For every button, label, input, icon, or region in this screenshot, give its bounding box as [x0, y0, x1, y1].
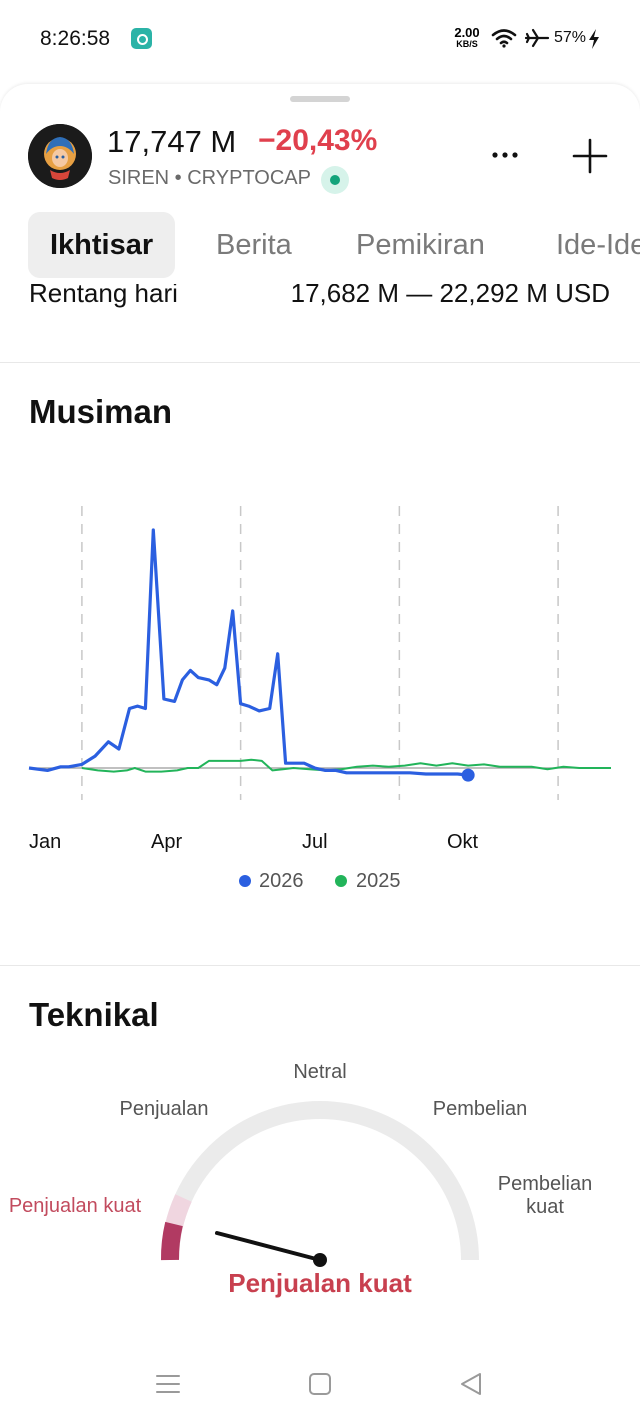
seasonal-chart — [28, 506, 611, 800]
x-tick-apr: Apr — [151, 831, 183, 853]
status-time: 8:26:58 — [40, 27, 111, 50]
day-range-value: 17,682 M — 22,292 M USD — [290, 284, 610, 308]
day-range-row: Rentang hari 17,682 M — 22,292 M USD — [0, 284, 640, 312]
section-divider — [0, 362, 640, 363]
legend-2025-dot — [335, 875, 347, 887]
price-change-percent: −20,43% — [258, 124, 378, 157]
gauge-active-zone — [161, 1221, 183, 1261]
charging-bolt-icon — [589, 29, 599, 49]
legend-2026-label[interactable]: 2026 — [259, 870, 304, 893]
system-nav-bar — [0, 1352, 640, 1422]
more-dots-icon — [492, 152, 518, 158]
back-triangle-icon[interactable] — [458, 1372, 484, 1396]
more-options-button[interactable] — [485, 140, 525, 170]
home-square-icon[interactable] — [308, 1372, 332, 1396]
sheet-drag-handle[interactable] — [290, 96, 350, 102]
legend-2026-dot — [239, 875, 251, 887]
coin-avatar — [28, 124, 92, 188]
coin-price: 17,747 M — [107, 124, 237, 159]
technical-title: Teknikal — [29, 996, 159, 1033]
tab-ide-ide[interactable]: Ide-Ide — [556, 212, 640, 278]
technical-result: Penjualan kuat — [228, 1268, 412, 1298]
x-tick-jul: Jul — [302, 831, 328, 853]
technical-gauge — [161, 1101, 479, 1267]
coin-symbol: SIREN • CRYPTOCAP — [108, 167, 311, 189]
x-tick-jan: Jan — [29, 831, 62, 853]
network-speed-unit: KB/S — [456, 39, 478, 49]
x-tick-okt: Okt — [447, 831, 479, 853]
day-range-label: Rentang hari — [29, 284, 178, 308]
tab-pemikiran[interactable]: Pemikiran — [356, 212, 485, 278]
network-speed-value: 2.00 — [454, 25, 480, 40]
gauge-needle — [215, 1231, 322, 1262]
gauge-label-strong-sell: Penjualan kuat — [8, 1195, 142, 1217]
gauge-label-neutral: Netral — [293, 1061, 347, 1083]
add-to-watchlist-button[interactable] — [570, 136, 610, 176]
tab-berita[interactable]: Berita — [216, 212, 292, 278]
section-divider — [0, 965, 640, 966]
gauge-label-strong-buy: Pembelian kuat — [497, 1173, 593, 1218]
series-line-2026 — [28, 528, 469, 777]
battery-level: 57% — [554, 29, 587, 46]
tab-ikhtisar[interactable]: Ikhtisar — [28, 212, 176, 278]
network-speed: 2.00 KB/S — [451, 26, 483, 49]
siren-logo-icon — [28, 124, 92, 188]
legend-2025-label[interactable]: 2025 — [356, 870, 401, 893]
series-2026-current-point — [461, 768, 475, 782]
airplane-mode-icon — [524, 28, 550, 48]
status-bar: 8:26:58 2.00 KB/S 57% — [0, 0, 640, 80]
menu-icon[interactable] — [155, 1372, 181, 1396]
series-line-2025 — [81, 758, 611, 773]
seasonal-title: Musiman — [29, 393, 173, 430]
gauge-pivot — [313, 1253, 327, 1267]
wifi-icon — [491, 29, 517, 48]
app-notification-icon — [131, 28, 152, 49]
market-live-icon — [321, 166, 349, 194]
tab-bar: Ikhtisar Berita Pemikiran Ide-Ide — [0, 212, 640, 278]
